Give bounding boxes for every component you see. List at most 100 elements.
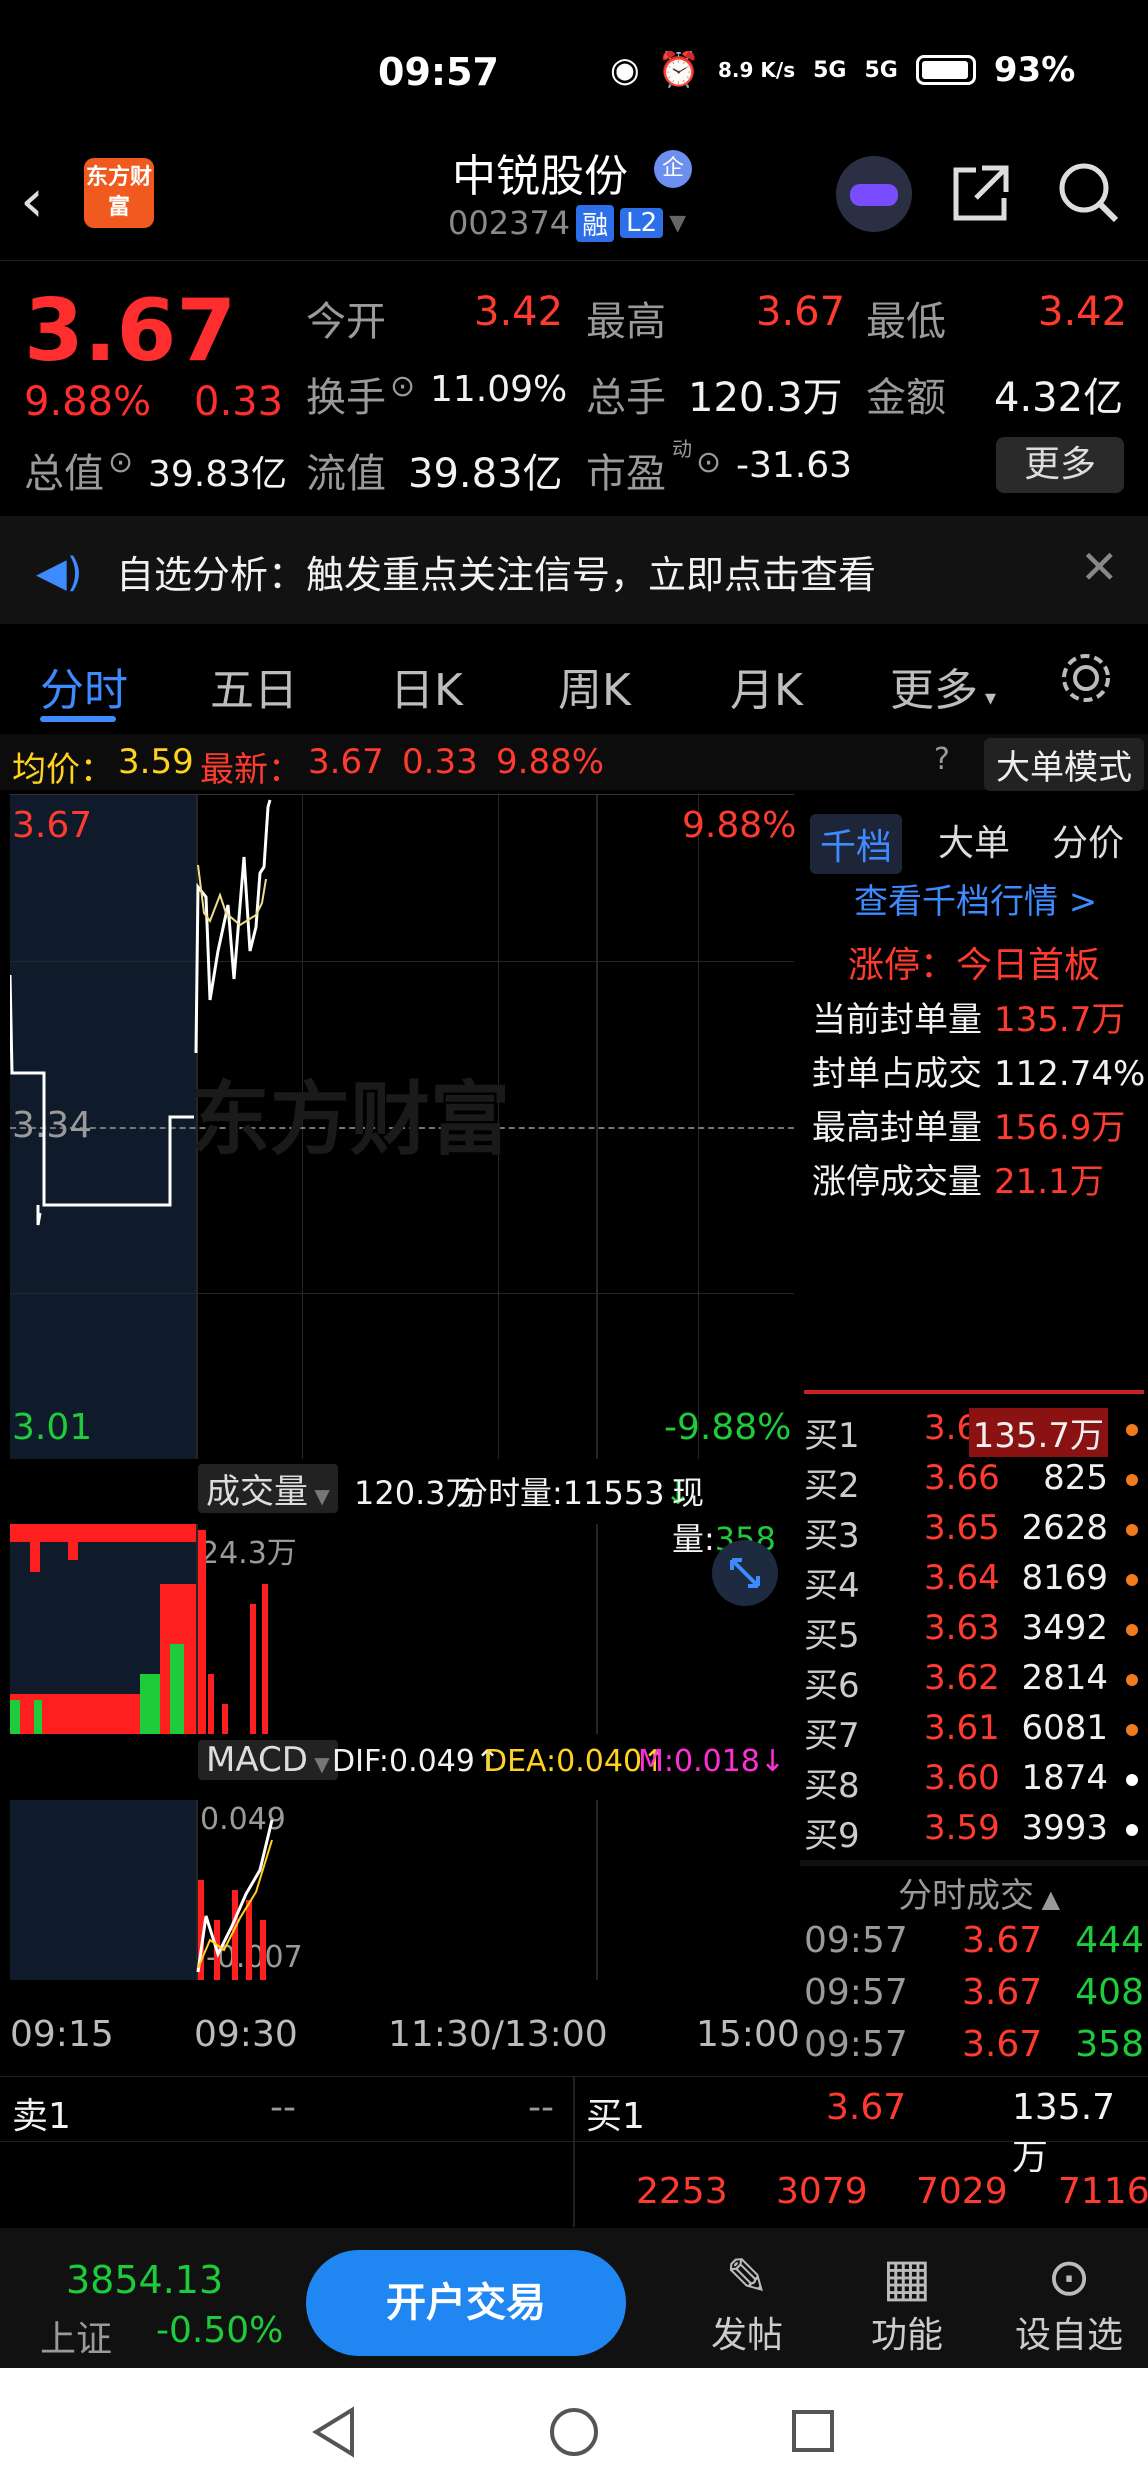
last-price: 3.67 bbox=[24, 281, 237, 381]
battery-icon bbox=[915, 55, 976, 85]
eye-icon: ◉ bbox=[610, 50, 640, 90]
top-price-label: 3.67 bbox=[12, 805, 93, 846]
amount-value: 4.32亿 bbox=[994, 375, 1124, 421]
macd-panel[interactable]: MACD ▼ DIF:0.049↑ DEA:0.040↑ M:0.018↓ 0.… bbox=[10, 1740, 794, 1980]
index-name[interactable]: 上证 bbox=[40, 2310, 112, 2362]
bid-row[interactable]: 买2 3.66 825 bbox=[804, 1458, 1148, 1506]
alert-banner[interactable]: ◀) 自选分析：触发重点关注信号，立即点击查看 ✕ bbox=[0, 516, 1148, 624]
chg-value: 0.33 bbox=[402, 742, 478, 782]
bid-row[interactable]: 买3 3.65 2628 bbox=[804, 1508, 1148, 1556]
index-value[interactable]: 3854.13 bbox=[66, 2258, 223, 2302]
grid-icon: ▦ bbox=[882, 2248, 932, 2308]
alarm-icon: ⏰ bbox=[657, 50, 701, 90]
low-label: 最低 bbox=[866, 299, 946, 345]
post-button[interactable]: ✎ 发帖 bbox=[692, 2250, 802, 2358]
low-price-label: 3.01 bbox=[12, 1407, 93, 1448]
bid-row[interactable]: 买7 3.61 6081 bbox=[804, 1708, 1148, 1756]
queue-order: 3079 bbox=[776, 2171, 868, 2212]
last-value: 3.67 bbox=[308, 742, 384, 782]
big-order-mode-button[interactable]: 大单模式 bbox=[984, 738, 1144, 791]
bid-row[interactable]: 买6 3.62 2814 bbox=[804, 1658, 1148, 1706]
more-icon: ⊙ bbox=[1047, 2248, 1091, 2308]
depth-link[interactable]: 查看千档行情 > bbox=[854, 874, 1097, 923]
expand-icon[interactable] bbox=[710, 1538, 780, 1608]
signal-icon-2: 5G bbox=[864, 57, 898, 83]
more-button[interactable]: 更多 bbox=[996, 437, 1124, 493]
back-icon[interactable]: ‹ bbox=[20, 166, 44, 236]
recents-nav-icon[interactable] bbox=[790, 2408, 836, 2454]
battery-level: 93% bbox=[993, 50, 1076, 90]
tab-monthly-k[interactable]: 月K bbox=[730, 654, 803, 718]
sell1-label: 卖1 bbox=[12, 2096, 71, 2137]
tab-weekly-k[interactable]: 周K bbox=[558, 654, 631, 718]
mid-price-label: 3.34 bbox=[12, 1105, 93, 1146]
index-percent[interactable]: -0.50% bbox=[156, 2310, 283, 2351]
pe-info-icon[interactable]: ⊙ bbox=[696, 445, 721, 480]
tab-depth[interactable]: 千档 bbox=[810, 814, 903, 874]
open-account-trade-button[interactable]: 开户交易 bbox=[306, 2250, 626, 2356]
pe-label: 市盈 bbox=[586, 451, 666, 497]
time-label-auction: 09:30 bbox=[194, 2014, 298, 2055]
buy1-price: 3.67 bbox=[826, 2087, 907, 2128]
mktcap-label: 总值 bbox=[24, 451, 104, 497]
macd-indicator-select[interactable]: MACD ▼ bbox=[198, 1740, 338, 1780]
buy1-label: 买1 bbox=[586, 2096, 645, 2137]
bid-row[interactable]: 买1 3.67 135.7万 bbox=[804, 1408, 1148, 1457]
alert-text[interactable]: 自选分析：触发重点关注信号，立即点击查看 bbox=[116, 544, 876, 599]
queue-order: 7116 bbox=[1058, 2171, 1148, 2212]
status-icons: ◉ ⏰ 8.9 K/s 5G 5G 93% bbox=[610, 50, 1075, 90]
info-icon[interactable]: ⊙ bbox=[390, 369, 415, 404]
back-nav-icon[interactable] bbox=[310, 2406, 358, 2458]
enterprise-badge: 企 bbox=[654, 150, 692, 188]
price-line-svg bbox=[10, 799, 272, 1226]
bid-row[interactable]: 买8 3.60 1874 bbox=[804, 1758, 1148, 1806]
home-nav-icon[interactable] bbox=[548, 2406, 600, 2458]
buy1-volume: 135.7万 bbox=[1012, 2087, 1116, 2178]
search-icon[interactable] bbox=[1054, 158, 1124, 228]
edit-icon: ✎ bbox=[725, 2248, 769, 2308]
divider bbox=[804, 1390, 1144, 1394]
tab-five-day[interactable]: 五日 bbox=[210, 654, 298, 718]
tab-price-dist[interactable]: 分价 bbox=[1052, 814, 1124, 866]
bid-row[interactable]: 买4 3.64 8169 bbox=[804, 1558, 1148, 1606]
bid-row[interactable]: 买9 3.59 3993 bbox=[804, 1808, 1148, 1856]
assistant-robot-icon[interactable] bbox=[836, 156, 912, 232]
tab-more[interactable]: 更多 ▾ bbox=[890, 654, 996, 718]
tab-daily-k[interactable]: 日K bbox=[390, 654, 463, 718]
mktcap-info-icon[interactable]: ⊙ bbox=[108, 445, 133, 480]
tab-intraday[interactable]: 分时 bbox=[40, 654, 128, 718]
float-label: 流值 bbox=[306, 451, 386, 497]
mktcap-value: 39.83亿 bbox=[148, 454, 288, 495]
quote-panel: 3.67 9.88% 0.33 今开 3.42 最高 3.67 最低 3.42 … bbox=[0, 260, 1148, 510]
help-icon[interactable]: ? bbox=[934, 742, 950, 777]
change-amount: 0.33 bbox=[194, 379, 284, 425]
margin-tag: 融 bbox=[576, 204, 615, 242]
volume-panel[interactable]: 成交量 ▼ 120.3万 分时量:11553↓ 现量:358 24.3万 bbox=[10, 1460, 794, 1736]
time-label-noon: 11:30/13:00 bbox=[388, 2014, 608, 2055]
close-icon[interactable]: ✕ bbox=[1080, 540, 1119, 594]
trades-title[interactable]: 分时成交 ▲ bbox=[898, 1868, 1060, 1917]
stock-code-row[interactable]: 002374 融 L2 ▼ bbox=[448, 204, 686, 242]
order-panel: 千档 大单 分价 查看千档行情 > 涨停：今日首板 当前封单量 135.7万 封单… bbox=[800, 794, 1148, 2074]
add-favorite-button[interactable]: ⊙ 设自选 bbox=[1014, 2250, 1124, 2358]
intraday-chart[interactable]: 东方财富 3.67 3.34 3.01 9.88% -9.88% bbox=[10, 794, 796, 1460]
app-logo[interactable]: 东方财富 bbox=[84, 158, 154, 228]
tab-big-orders[interactable]: 大单 bbox=[938, 814, 1010, 866]
functions-button[interactable]: ▦ 功能 bbox=[852, 2250, 962, 2358]
clock: 09:57 bbox=[378, 50, 499, 94]
active-tab-indicator bbox=[40, 716, 116, 722]
stock-header: ‹ 东方财富 中锐股份 企 002374 融 L2 ▼ bbox=[0, 140, 1148, 260]
volume-bars bbox=[10, 1524, 268, 1734]
macd-dif: DIF:0.049↑ bbox=[332, 1744, 501, 1779]
pe-value: -31.63 bbox=[736, 445, 853, 486]
volume-indicator-select[interactable]: 成交量 ▼ bbox=[198, 1464, 338, 1513]
pct-value: 9.88% bbox=[496, 742, 605, 782]
order-book: 卖1 -- -- 买1 3.67 135.7万 2253 3079 7029 7… bbox=[0, 2076, 1148, 2227]
system-nav-bar bbox=[0, 2368, 1148, 2492]
high-label: 最高 bbox=[586, 299, 666, 345]
tick-volume: 分时量:11553↓ bbox=[456, 1474, 692, 1512]
seal-row: 当前封单量 135.7万 bbox=[812, 1000, 1126, 1040]
share-icon[interactable] bbox=[946, 158, 1016, 228]
bid-row[interactable]: 买5 3.63 3492 bbox=[804, 1608, 1148, 1656]
gear-icon[interactable] bbox=[1056, 648, 1116, 708]
